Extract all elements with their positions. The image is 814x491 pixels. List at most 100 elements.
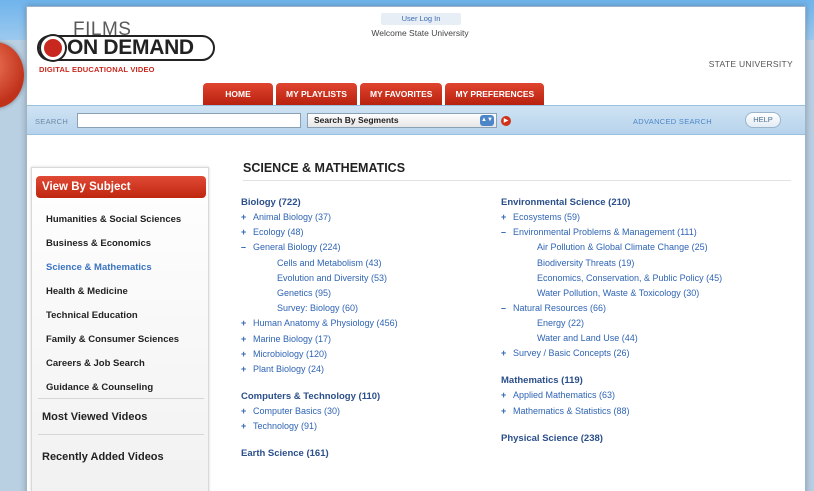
subcategory-link[interactable]: Energy (22): [501, 316, 763, 331]
category-row[interactable]: + Mathematics & Statistics (88): [501, 404, 763, 419]
most-viewed-link[interactable]: Most Viewed Videos: [42, 411, 147, 423]
expand-icon[interactable]: +: [241, 332, 246, 347]
welcome-message: Welcome State University: [371, 28, 469, 38]
subject-sidebar: View By Subject Humanities & Social Scie…: [31, 167, 209, 491]
category-row[interactable]: + Plant Biology (24): [241, 362, 491, 377]
search-go-icon[interactable]: ▶: [501, 116, 511, 126]
title-divider: [243, 180, 791, 181]
browser-page: FILMS ON DEMAND DIGITAL EDUCATIONAL VIDE…: [26, 6, 806, 491]
expand-icon[interactable]: +: [241, 210, 246, 225]
category-row[interactable]: + Applied Mathematics (63): [501, 388, 763, 403]
subject-link-text: Ecosystems (59): [513, 212, 581, 222]
subcategory-link[interactable]: Water and Land Use (44): [501, 331, 763, 346]
recently-added-link[interactable]: Recently Added Videos: [42, 451, 164, 463]
tab-home[interactable]: HOME: [203, 83, 273, 105]
sidebar-item-science-math[interactable]: Science & Mathematics: [46, 256, 206, 280]
sidebar-item-family[interactable]: Family & Consumer Sciences: [46, 328, 206, 352]
tab-my-favorites[interactable]: MY FAVORITES: [359, 83, 443, 105]
expand-icon[interactable]: +: [501, 388, 506, 403]
search-mode-select[interactable]: Search By Segments ▲▼: [307, 113, 497, 128]
select-arrows-icon: ▲▼: [480, 115, 494, 126]
category-row[interactable]: + Ecosystems (59): [501, 210, 763, 225]
sidebar-item-health[interactable]: Health & Medicine: [46, 280, 206, 304]
category-mathematics[interactable]: Mathematics (119): [501, 373, 763, 388]
category-earth-science[interactable]: Earth Science (161): [241, 446, 491, 461]
mathematics-subcategories: + Applied Mathematics (63) + Mathematics & …: [501, 388, 763, 418]
subject-link-text: Computer Basics (30): [253, 406, 341, 417]
institution-name: STATE UNIVERSITY: [708, 59, 793, 69]
biology-subcategories: + Animal Biology (37) + Ecology (48) – Genera…: [241, 210, 491, 377]
subject-link-text: Animal Biology (37): [253, 212, 332, 222]
search-input[interactable]: [77, 113, 301, 128]
subcategory-link[interactable]: Biodiversity Threats (19): [501, 256, 763, 271]
expand-icon[interactable]: +: [241, 419, 246, 434]
tab-my-playlists[interactable]: MY PLAYLISTS: [276, 83, 357, 105]
subject-link-text: Plant Biology (24): [253, 363, 325, 374]
subject-link-text: Human Anatomy & Physiology (456): [253, 318, 398, 329]
subcategory-link[interactable]: Air Pollution & Global Climate Change (2…: [501, 240, 763, 255]
category-row[interactable]: + Technology (91): [241, 419, 491, 434]
category-row[interactable]: + Animal Biology (37): [241, 210, 491, 225]
expand-icon[interactable]: +: [241, 347, 246, 362]
expand-icon[interactable]: +: [241, 404, 246, 419]
category-row[interactable]: – Environmental Problems & Management (11…: [501, 225, 763, 240]
expand-icon[interactable]: +: [501, 346, 506, 361]
subcategory-link[interactable]: Water Pollution, Waste & Toxicology (30): [501, 286, 763, 301]
subcategory-link[interactable]: Survey: Biology (60): [241, 301, 491, 316]
sidebar-item-technical[interactable]: Technical Education: [46, 304, 206, 328]
category-row[interactable]: + Survey / Basic Concepts (26): [501, 346, 763, 361]
category-row[interactable]: – General Biology (224): [241, 240, 491, 255]
search-label: SEARCH: [35, 117, 69, 126]
sidebar-item-careers[interactable]: Careers & Job Search: [46, 352, 206, 376]
subject-link-text: Cells and Metabolism (43): [277, 257, 382, 268]
subcategory-link[interactable]: Genetics (95): [241, 286, 491, 301]
subject-link-text: Survey / Basic Concepts (26): [513, 348, 630, 359]
expand-icon[interactable]: +: [501, 210, 506, 225]
logo-subtitle: DIGITAL EDUCATIONAL VIDEO: [39, 65, 155, 74]
subcategory-link[interactable]: Evolution and Diversity (53): [241, 271, 491, 286]
category-row[interactable]: + Marine Biology (17): [241, 332, 491, 347]
expand-icon[interactable]: +: [241, 225, 246, 240]
subject-link-text: General Biology (224): [253, 242, 341, 253]
expand-icon[interactable]: +: [241, 316, 246, 331]
category-physical-science[interactable]: Physical Science (238): [501, 431, 763, 446]
collapse-icon[interactable]: –: [241, 240, 246, 255]
help-button[interactable]: HELP: [745, 112, 781, 128]
main-nav-tabs: HOME MY PLAYLISTS MY FAVORITES MY PREFER…: [203, 83, 545, 105]
user-login-link[interactable]: User Log In: [381, 13, 461, 25]
subject-link-text: Microbiology (120): [253, 348, 328, 359]
tab-my-preferences[interactable]: MY PREFERENCES: [445, 83, 545, 105]
sidebar-item-humanities[interactable]: Humanities & Social Sciences: [46, 208, 206, 232]
search-bar: SEARCH Search By Segments ▲▼ ▶ ADVANCED …: [27, 105, 805, 135]
collapse-icon[interactable]: –: [501, 301, 506, 316]
logo-circle-icon: [41, 36, 65, 60]
category-row[interactable]: + Computer Basics (30): [241, 404, 491, 419]
advanced-search-link[interactable]: ADVANCED SEARCH: [633, 117, 712, 126]
subject-link-text: Air Pollution & Global Climate Change (2…: [537, 242, 708, 253]
sidebar-item-business[interactable]: Business & Economics: [46, 232, 206, 256]
category-row[interactable]: – Natural Resources (66): [501, 301, 763, 316]
category-computers[interactable]: Computers & Technology (110): [241, 389, 491, 404]
view-by-subject-heading: View By Subject: [36, 176, 206, 198]
category-row[interactable]: + Human Anatomy & Physiology (456): [241, 316, 491, 331]
category-biology[interactable]: Biology (722): [241, 195, 491, 210]
subject-link-text: Water Pollution, Waste & Toxicology (30): [537, 287, 700, 298]
subject-list: Humanities & Social Sciences Business & …: [46, 208, 206, 400]
subject-link-text: Mathematics & Statistics (88): [513, 405, 630, 416]
category-row[interactable]: + Ecology (48): [241, 225, 491, 240]
films-on-demand-logo[interactable]: FILMS ON DEMAND DIGITAL EDUCATIONAL VIDE…: [33, 17, 223, 77]
subject-link-text: Environmental Problems & Management (111…: [513, 227, 697, 238]
subject-link-text: Water and Land Use (44): [537, 333, 638, 344]
environmental-subcategories: + Ecosystems (59) – Environmental Problems …: [501, 210, 763, 361]
category-environmental[interactable]: Environmental Science (210): [501, 195, 763, 210]
subject-link-text: Marine Biology (17): [253, 333, 332, 344]
expand-icon[interactable]: +: [501, 404, 506, 419]
expand-icon[interactable]: +: [241, 362, 246, 377]
subject-link-text: Survey: Biology (60): [277, 303, 359, 314]
sidebar-item-guidance[interactable]: Guidance & Counseling: [46, 376, 206, 400]
right-subject-column: Environmental Science (210) + Ecosystems …: [501, 195, 763, 446]
subcategory-link[interactable]: Cells and Metabolism (43): [241, 256, 491, 271]
collapse-icon[interactable]: –: [501, 225, 506, 240]
subcategory-link[interactable]: Economics, Conservation, & Public Policy…: [501, 271, 763, 286]
category-row[interactable]: + Microbiology (120): [241, 347, 491, 362]
